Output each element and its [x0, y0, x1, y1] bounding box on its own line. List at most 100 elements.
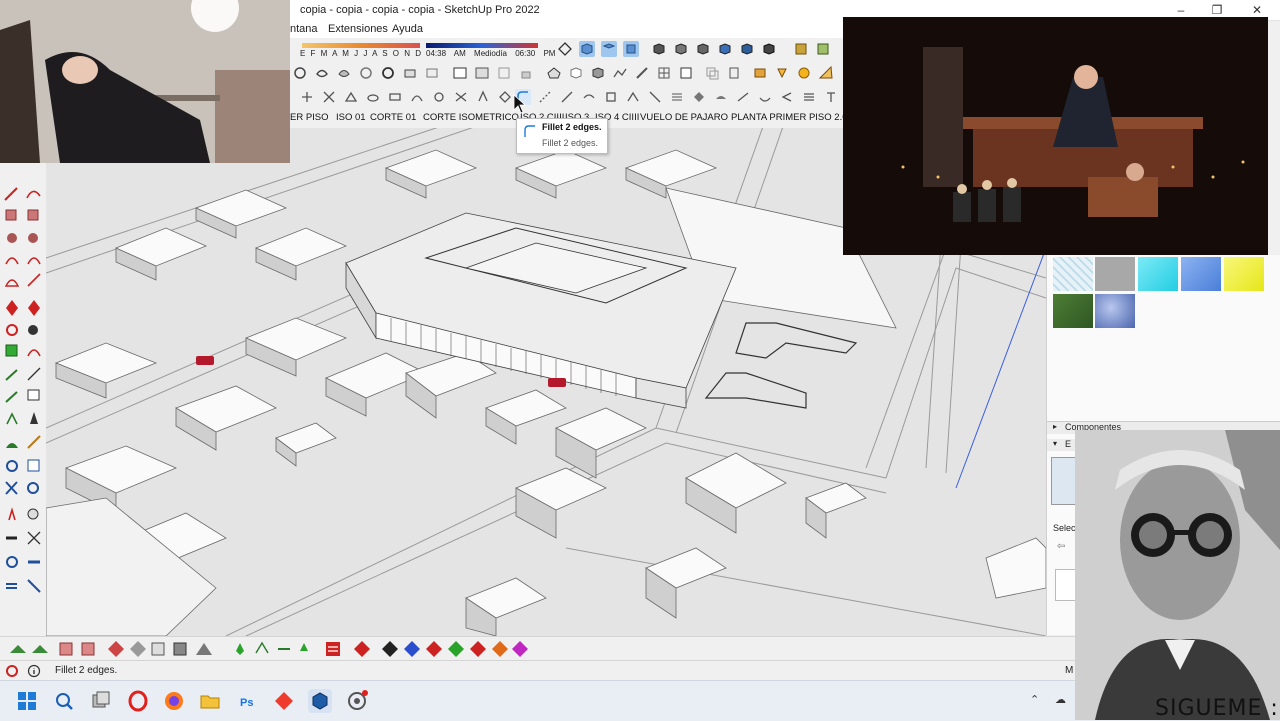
opera-icon[interactable]	[126, 689, 150, 713]
ext-tool-9-icon[interactable]	[475, 89, 491, 105]
top-view-icon[interactable]	[601, 41, 617, 57]
back-arrow-icon[interactable]: ⇦	[1057, 541, 1065, 552]
material-swatch-1[interactable]	[1053, 257, 1093, 291]
ruler-icon[interactable]	[818, 65, 834, 81]
orbit-icon[interactable]	[557, 41, 573, 57]
print-icon[interactable]	[424, 65, 440, 81]
solid-icon[interactable]	[590, 65, 606, 81]
sun-icon[interactable]	[796, 65, 812, 81]
ext-tool-1-icon[interactable]	[299, 89, 315, 105]
tab-scene-2[interactable]: ISO 01	[336, 112, 366, 123]
iso-view-icon[interactable]	[579, 41, 595, 57]
info-icon[interactable]	[27, 664, 41, 678]
rotate-icon[interactable]	[380, 65, 396, 81]
textured-style-icon[interactable]	[739, 41, 755, 57]
shaded-style-icon[interactable]	[717, 41, 733, 57]
menu-ventana[interactable]: ntana	[290, 23, 318, 35]
ext-tool-14-icon[interactable]	[581, 89, 597, 105]
scale-icon[interactable]	[678, 65, 694, 81]
material-swatch-6[interactable]	[1053, 294, 1093, 328]
ext-tool-8-icon[interactable]	[453, 89, 469, 105]
render-icon[interactable]	[752, 65, 768, 81]
ext-tool-17-icon[interactable]	[647, 89, 663, 105]
teapot-icon[interactable]	[314, 65, 330, 81]
sandbox-icon[interactable]	[612, 65, 628, 81]
entity-panel-header[interactable]: ▾ E	[1047, 439, 1077, 451]
material-swatch-5[interactable]	[1224, 257, 1264, 291]
ext-tool-15-icon[interactable]	[603, 89, 619, 105]
ext-tool-18-icon[interactable]	[669, 89, 685, 105]
tab-scene-9[interactable]: PLANTA PRIMER PISO 2.0	[731, 112, 848, 123]
ext-tool-13-icon[interactable]	[559, 89, 575, 105]
anydesk-icon[interactable]	[272, 689, 296, 713]
start-icon[interactable]	[15, 689, 39, 713]
menu-extensiones[interactable]: Extensiones	[328, 23, 388, 35]
ext-tool-20-icon[interactable]	[713, 89, 729, 105]
maximize-button[interactable]: ❐	[1204, 2, 1230, 18]
task-view-icon[interactable]	[89, 689, 113, 713]
ext-tool-16-icon[interactable]	[625, 89, 641, 105]
refresh-icon[interactable]	[358, 65, 374, 81]
time-slider[interactable]	[426, 43, 538, 48]
ext-tool-25-icon[interactable]	[823, 89, 839, 105]
copy-icon[interactable]	[704, 65, 720, 81]
lock-icon[interactable]	[518, 65, 534, 81]
front-view-icon[interactable]	[623, 41, 639, 57]
tab-scene-8[interactable]: VUELO DE PAJARO	[640, 112, 728, 123]
tab-scene-1[interactable]: ER PISO	[290, 112, 329, 123]
ext-tool-21-icon[interactable]	[735, 89, 751, 105]
outliner-icon[interactable]	[474, 65, 490, 81]
ext-tool-12-icon[interactable]	[537, 89, 553, 105]
date-slider[interactable]	[302, 43, 420, 48]
tab-scene-4[interactable]: CORTE ISOMETRICO	[423, 112, 519, 123]
cloud-icon[interactable]: ☁	[1055, 693, 1066, 706]
shadow-settings-bar[interactable]: E F M A M J J A S O N D 04:38 AM Mediodí…	[300, 40, 555, 60]
minimize-button[interactable]: –	[1168, 2, 1194, 18]
ext-tool-7-icon[interactable]	[431, 89, 447, 105]
tray-chevron-icon[interactable]: ⌃	[1030, 693, 1039, 706]
component-thumbnail[interactable]	[1051, 457, 1077, 505]
firefox-icon[interactable]	[162, 689, 186, 713]
component-icon[interactable]	[568, 65, 584, 81]
ext-tool-19-icon[interactable]	[691, 89, 707, 105]
ext-tool-4-icon[interactable]	[365, 89, 381, 105]
layout-icon[interactable]	[402, 65, 418, 81]
sketchup-icon[interactable]	[308, 689, 332, 713]
ext-tool-10-icon[interactable]	[497, 89, 513, 105]
material-swatch-4[interactable]	[1181, 257, 1221, 291]
photoshop-icon[interactable]: Ps	[235, 689, 259, 713]
grid-icon[interactable]	[656, 65, 672, 81]
section-plane-icon[interactable]	[793, 41, 809, 57]
file-explorer-icon[interactable]	[198, 689, 222, 713]
lamp-icon[interactable]	[774, 65, 790, 81]
search-icon[interactable]	[52, 689, 76, 713]
xray-style-icon[interactable]	[651, 41, 667, 57]
ext-tool-2-icon[interactable]	[321, 89, 337, 105]
section-display-icon[interactable]	[815, 41, 831, 57]
material-swatch-2[interactable]	[1095, 257, 1135, 291]
material-swatch-3[interactable]	[1138, 257, 1178, 291]
monochrome-style-icon[interactable]	[761, 41, 777, 57]
ext-tool-3-icon[interactable]	[343, 89, 359, 105]
close-button[interactable]: ✕	[1244, 2, 1270, 18]
layers-icon[interactable]	[496, 65, 512, 81]
tab-scene-3[interactable]: CORTE 01	[370, 112, 416, 123]
ext-tool-22-icon[interactable]	[757, 89, 773, 105]
warehouse-icon[interactable]	[546, 65, 562, 81]
select-tool-icon[interactable]	[292, 65, 308, 81]
pencil-icon[interactable]	[634, 65, 650, 81]
ext-tool-5-icon[interactable]	[387, 89, 403, 105]
component-preview[interactable]	[1055, 569, 1077, 601]
chrome-icon[interactable]	[345, 689, 369, 713]
geo-location-icon[interactable]	[5, 664, 19, 678]
material-swatch-7[interactable]	[1095, 294, 1135, 328]
ext-tool-6-icon[interactable]	[409, 89, 425, 105]
wireframe-style-icon[interactable]	[673, 41, 689, 57]
menu-ayuda[interactable]: Ayuda	[392, 23, 423, 35]
extension-warehouse-icon[interactable]	[336, 65, 352, 81]
model-info-icon[interactable]	[452, 65, 468, 81]
hidden-line-style-icon[interactable]	[695, 41, 711, 57]
ext-tool-23-icon[interactable]	[779, 89, 795, 105]
tag-icon[interactable]	[726, 65, 742, 81]
ext-tool-24-icon[interactable]	[801, 89, 817, 105]
